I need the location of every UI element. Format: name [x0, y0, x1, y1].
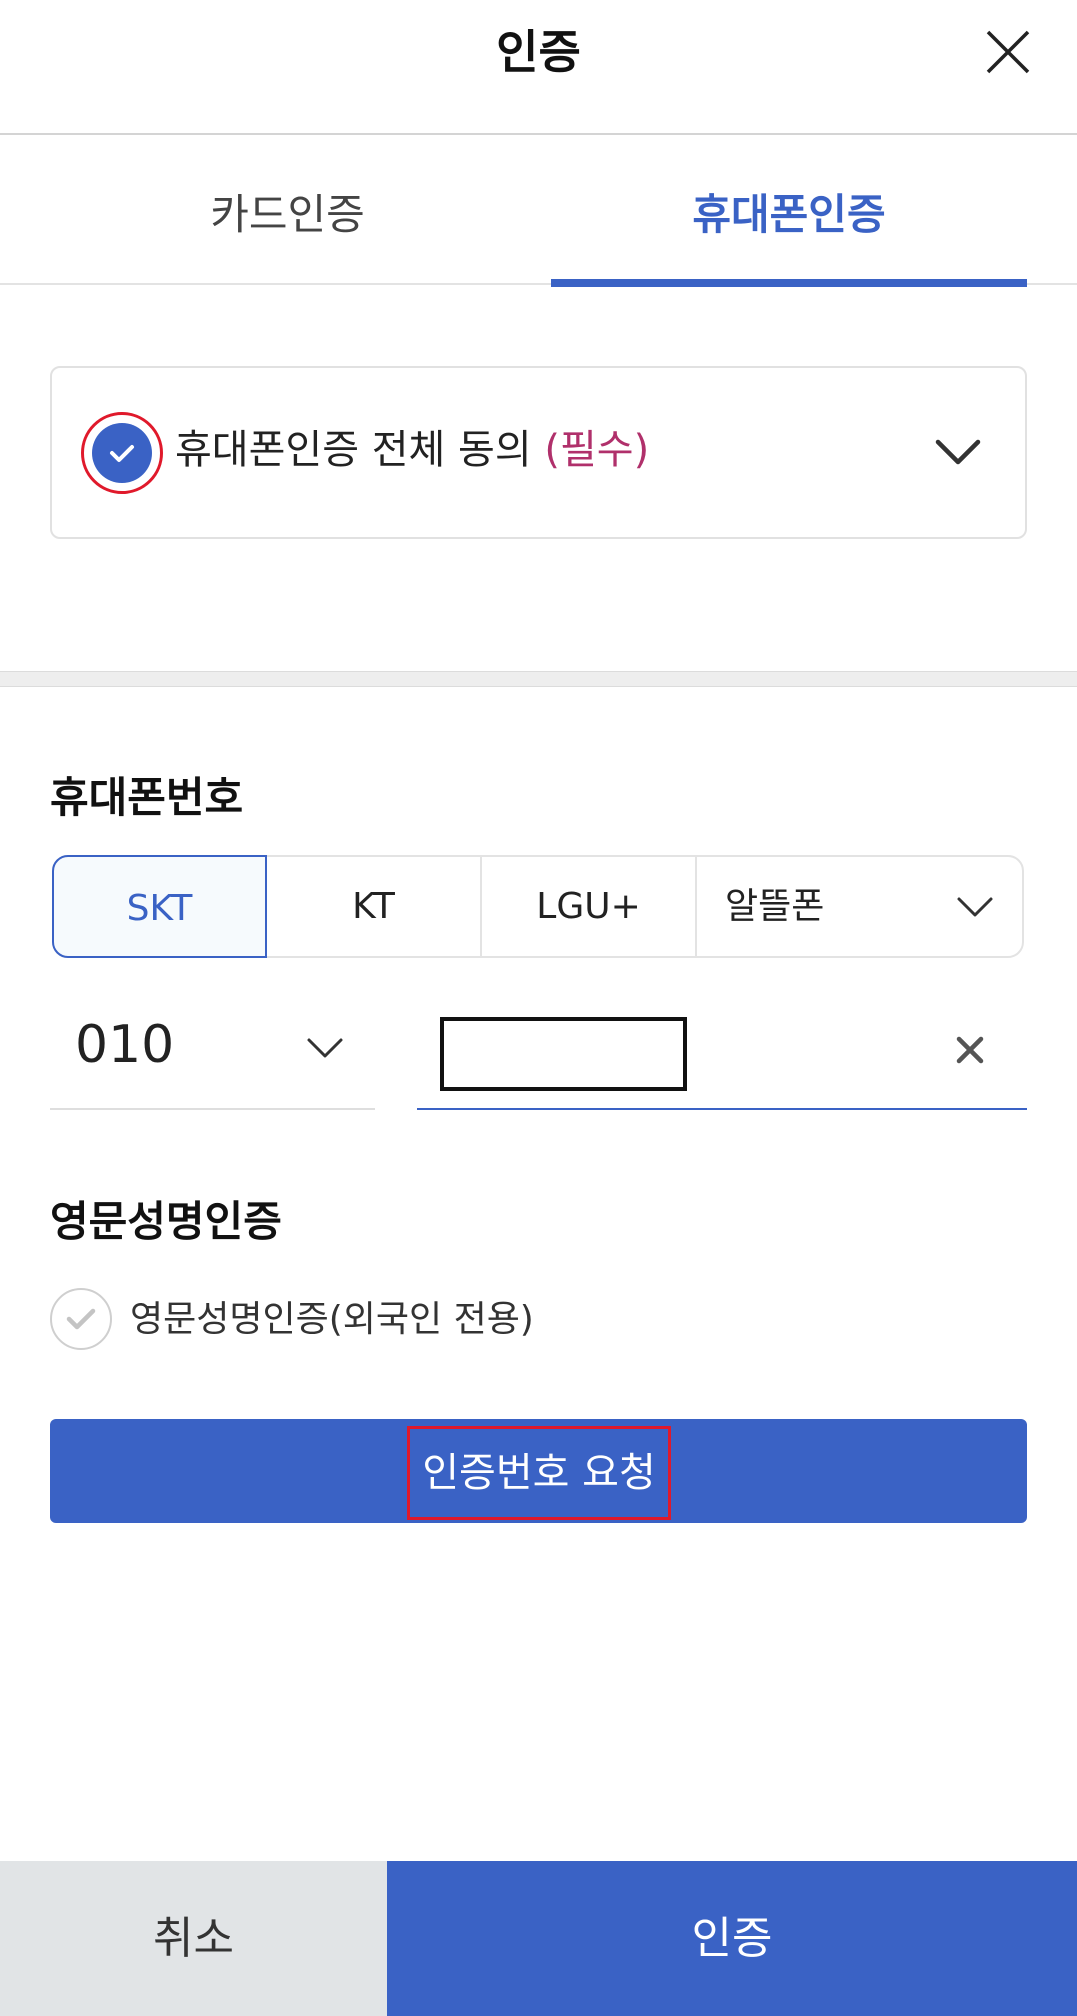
consent-expand-button[interactable]: [930, 432, 986, 472]
confirm-button[interactable]: 인증: [387, 1861, 1077, 2016]
close-icon: [986, 30, 1030, 74]
section-divider: [0, 671, 1077, 687]
chevron-down-icon: [935, 439, 981, 465]
carrier-kt[interactable]: KT: [267, 855, 482, 958]
phone-prefix-value: 010: [75, 1015, 175, 1075]
check-icon: [66, 1308, 96, 1330]
consent-label-text: 휴대폰인증 전체 동의: [175, 427, 532, 473]
phone-section-label: 휴대폰번호: [50, 773, 244, 822]
header-divider: [0, 133, 1077, 135]
check-icon: [110, 445, 134, 462]
request-code-label: 인증번호 요청: [422, 1450, 656, 1496]
close-button[interactable]: [980, 24, 1036, 80]
page-title: 인증: [496, 25, 581, 79]
tab-card-auth[interactable]: 카드인증: [0, 180, 575, 250]
cancel-button[interactable]: 취소: [0, 1861, 387, 2016]
english-name-section-label: 영문성명인증: [50, 1197, 282, 1246]
tab-phone-auth[interactable]: 휴대폰인증: [551, 180, 1027, 250]
consent-all-checkbox[interactable]: [92, 423, 152, 483]
redacted-phone-number: [440, 1017, 687, 1091]
active-tab-indicator: [551, 279, 1027, 287]
english-name-checkbox[interactable]: [50, 1288, 112, 1350]
consent-all-label: 휴대폰인증 전체 동의 (필수): [175, 420, 649, 480]
carrier-skt[interactable]: SKT: [52, 855, 267, 958]
clear-icon: [956, 1036, 984, 1064]
chevron-down-icon: [305, 1034, 345, 1062]
clear-input-button[interactable]: [950, 1030, 990, 1070]
chevron-down-icon: [955, 893, 995, 921]
required-tag: (필수): [544, 427, 650, 473]
carrier-lgu[interactable]: LGU+: [482, 855, 697, 958]
english-name-option-label: 영문성명인증(외국인 전용): [130, 1299, 534, 1340]
